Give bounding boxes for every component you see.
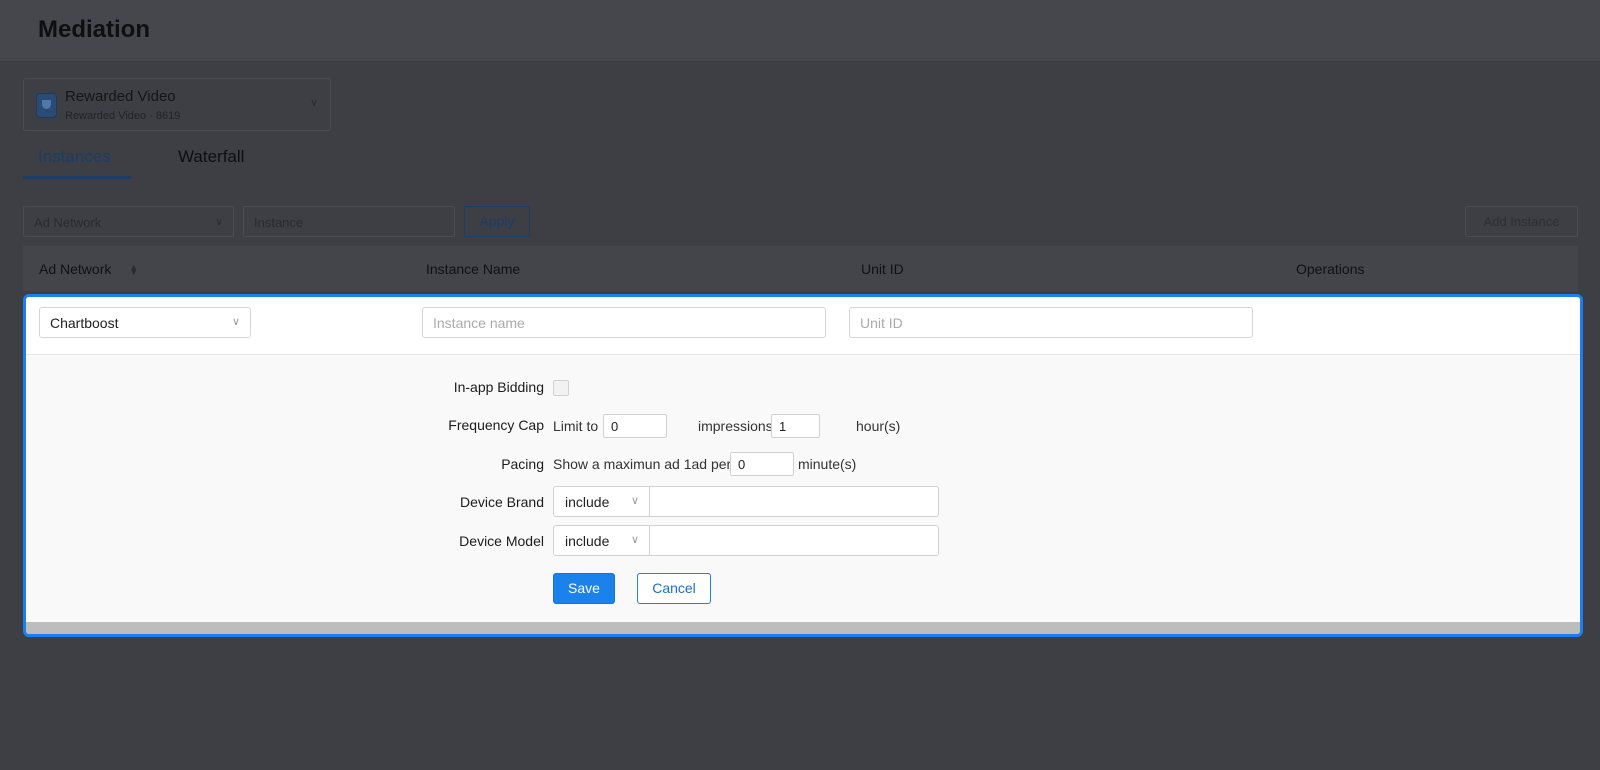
column-header-operations: Operations <box>1296 261 1365 277</box>
column-header-label: Ad Network <box>39 261 112 277</box>
edit-row: Chartboost ∨ Instance name Unit ID <box>26 297 1580 355</box>
instance-name-placeholder: Instance name <box>433 315 525 331</box>
instance-name-input[interactable]: Instance name <box>422 307 826 338</box>
instance-edit-panel: Chartboost ∨ Instance name Unit ID In-ap… <box>23 294 1583 637</box>
network-select[interactable]: Chartboost ∨ <box>39 307 251 338</box>
cancel-button[interactable]: Cancel <box>637 573 711 604</box>
limit-to-text: Limit to <box>553 418 599 434</box>
device-brand-label: Device Brand <box>459 494 544 510</box>
pacing-label: Pacing <box>501 456 544 472</box>
app-selector[interactable]: Rewarded Video Rewarded Video · 8619 ∨ <box>23 78 331 131</box>
column-header-ad-network[interactable]: Ad Network ▲ ▼ <box>39 261 138 277</box>
device-model-mode-value: include <box>565 533 610 549</box>
app-name: Rewarded Video <box>65 88 176 105</box>
chevron-down-icon: ∨ <box>309 97 318 109</box>
in-app-bidding-label: In-app Bidding <box>453 379 544 395</box>
device-brand-mode-select[interactable]: include ∨ <box>554 487 650 516</box>
ad-network-filter-placeholder: Ad Network <box>34 215 102 230</box>
column-header-instance-name: Instance Name <box>426 261 521 277</box>
hours-input[interactable]: 1 <box>771 414 820 438</box>
device-brand-field: include ∨ <box>553 486 939 517</box>
instance-filter-input[interactable]: Instance <box>243 206 455 237</box>
app-icon <box>36 93 57 118</box>
chevron-down-icon: ∨ <box>630 534 639 546</box>
minutes-unit-text: minute(s) <box>798 456 857 472</box>
device-model-mode-select[interactable]: include ∨ <box>554 526 650 555</box>
chevron-down-icon: ∨ <box>231 316 240 328</box>
minutes-input[interactable]: 0 <box>730 452 794 476</box>
page-title: Mediation <box>38 16 150 43</box>
panel-footer <box>26 622 1580 634</box>
device-model-field: include ∨ <box>553 525 939 556</box>
in-app-bidding-checkbox[interactable] <box>553 380 569 396</box>
app-subtitle: Rewarded Video · 8619 <box>65 110 181 122</box>
device-brand-mode-value: include <box>565 494 610 510</box>
frequency-cap-label: Frequency Cap <box>448 417 544 433</box>
device-model-input[interactable] <box>651 526 937 555</box>
top-bar: Mediation <box>0 0 1600 62</box>
sort-icon[interactable]: ▲ ▼ <box>129 263 138 277</box>
add-instance-button[interactable]: Add Instance <box>1465 206 1578 237</box>
save-button[interactable]: Save <box>553 573 615 604</box>
unit-id-input[interactable]: Unit ID <box>849 307 1253 338</box>
impressions-input[interactable]: 0 <box>603 414 667 438</box>
device-model-label: Device Model <box>459 533 544 549</box>
tab-instances[interactable]: Instances <box>38 147 111 177</box>
column-header-unit-id: Unit ID <box>861 261 904 277</box>
instance-filter-placeholder: Instance <box>254 215 304 230</box>
chevron-down-icon: ∨ <box>630 495 639 507</box>
unit-id-placeholder: Unit ID <box>860 315 903 331</box>
table-header: Ad Network ▲ ▼ Instance Name Unit ID Oper… <box>23 246 1578 291</box>
chevron-down-icon: ∨ <box>214 216 223 228</box>
tab-waterfall[interactable]: Waterfall <box>178 147 244 177</box>
network-select-value: Chartboost <box>50 315 119 331</box>
active-tab-indicator <box>23 176 131 179</box>
hours-unit-text: hour(s) <box>856 418 901 434</box>
device-brand-input[interactable] <box>651 487 937 516</box>
pacing-text: Show a maximun ad 1ad per <box>553 456 732 472</box>
ad-network-filter[interactable]: Ad Network ∨ <box>23 206 234 237</box>
apply-button[interactable]: Apply <box>464 206 530 237</box>
